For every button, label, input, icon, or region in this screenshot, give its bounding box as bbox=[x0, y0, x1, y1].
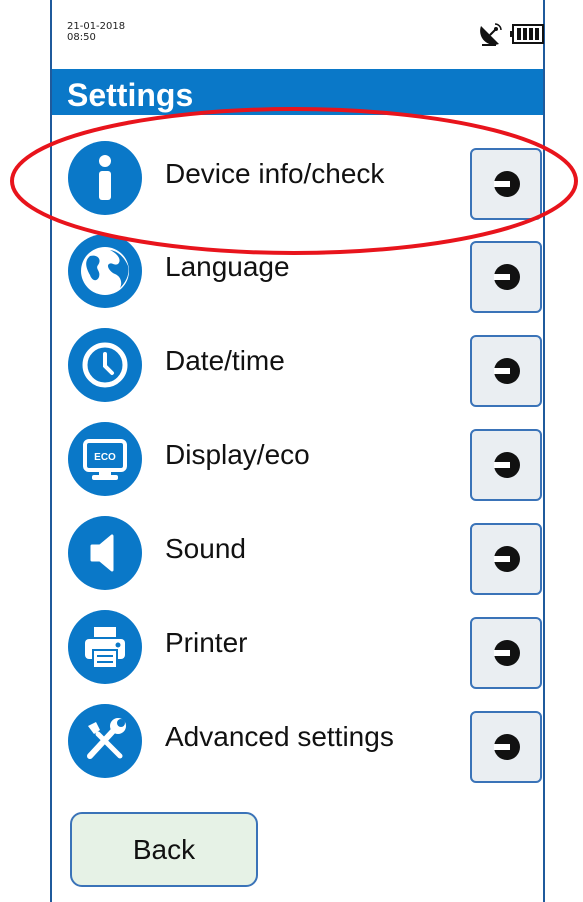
globe-icon bbox=[68, 234, 142, 308]
date-time: 21-01-2018 08:50 bbox=[67, 21, 125, 43]
menu-item-language[interactable]: Language bbox=[52, 226, 543, 316]
menu-item-advanced-settings[interactable]: Advanced settings bbox=[52, 696, 543, 786]
back-button[interactable]: Back bbox=[70, 812, 258, 887]
menu-item-device-info[interactable]: Device info/check bbox=[52, 133, 543, 223]
time-label: 08:50 bbox=[67, 32, 96, 43]
arrow-right-icon bbox=[494, 171, 520, 197]
arrow-right-icon bbox=[494, 546, 520, 572]
menu-item-label: Language bbox=[165, 251, 290, 282]
open-device-info-button[interactable] bbox=[470, 148, 542, 220]
page-title: Settings bbox=[67, 77, 194, 113]
arrow-right-icon bbox=[494, 358, 520, 384]
info-icon bbox=[68, 141, 142, 215]
battery-full-icon bbox=[510, 24, 544, 44]
open-sound-button[interactable] bbox=[470, 523, 542, 595]
open-language-button[interactable] bbox=[470, 241, 542, 313]
arrow-right-icon bbox=[494, 640, 520, 666]
menu-item-label: Advanced settings bbox=[165, 721, 394, 752]
printer-icon bbox=[68, 610, 142, 684]
arrow-right-icon bbox=[494, 452, 520, 478]
monitor-eco-icon: ECO bbox=[68, 422, 142, 496]
menu-item-display-eco[interactable]: ECO Display/eco bbox=[52, 414, 543, 504]
status-bar: 21-01-2018 08:50 bbox=[52, 0, 544, 68]
menu-item-label: Display/eco bbox=[165, 439, 310, 470]
menu-item-printer[interactable]: Printer bbox=[52, 602, 543, 692]
satellite-dish-icon bbox=[480, 23, 502, 46]
arrow-right-icon bbox=[494, 264, 520, 290]
menu-item-label: Sound bbox=[165, 533, 246, 564]
header-bar: Settings bbox=[52, 69, 543, 115]
arrow-right-icon bbox=[494, 734, 520, 760]
clock-icon bbox=[68, 328, 142, 402]
menu-item-sound[interactable]: Sound bbox=[52, 508, 543, 598]
date-label: 21-01-2018 bbox=[67, 21, 126, 32]
tools-icon bbox=[68, 704, 142, 778]
settings-screen: 21-01-2018 08:50 Settings Device info/ch… bbox=[50, 0, 545, 902]
open-advanced-settings-button[interactable] bbox=[470, 711, 542, 783]
menu-item-label: Date/time bbox=[165, 345, 285, 376]
open-date-time-button[interactable] bbox=[470, 335, 542, 407]
menu-item-label: Device info/check bbox=[165, 158, 385, 189]
open-printer-button[interactable] bbox=[470, 617, 542, 689]
eco-text: ECO bbox=[94, 452, 116, 463]
speaker-icon bbox=[68, 516, 142, 590]
menu-item-label: Printer bbox=[165, 627, 248, 658]
open-display-eco-button[interactable] bbox=[470, 429, 542, 501]
menu-item-date-time[interactable]: Date/time bbox=[52, 320, 543, 410]
